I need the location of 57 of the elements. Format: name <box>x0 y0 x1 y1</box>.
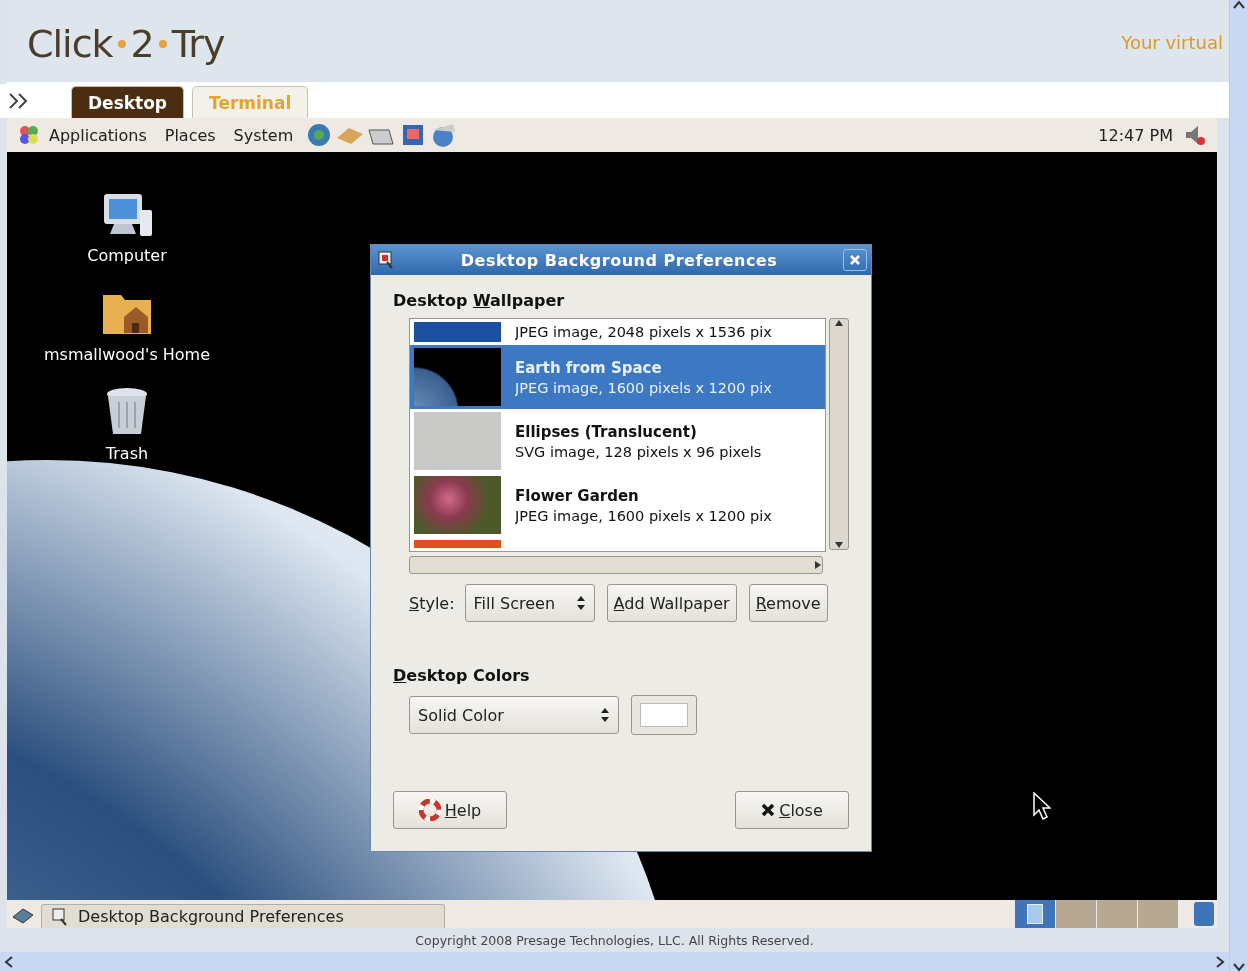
clock[interactable]: 12:47 PM <box>1098 125 1173 145</box>
color-mode-dropdown[interactable]: Solid Color <box>409 696 619 734</box>
scroll-left-icon[interactable] <box>4 956 14 968</box>
workspace-switcher-cell[interactable] <box>1138 900 1178 928</box>
updown-icon <box>575 595 586 611</box>
menu-logo-icon[interactable] <box>17 123 41 147</box>
tagline: Your virtual <box>1121 31 1223 53</box>
wallpaper-details: JPEG image, 1600 pixels x 1200 pix <box>515 507 773 524</box>
help-button[interactable]: Help <box>393 791 507 829</box>
page-horizontal-scrollbar[interactable] <box>0 952 1229 972</box>
scroll-down-icon[interactable] <box>834 541 845 549</box>
close-dialog-button[interactable]: Close <box>735 791 849 829</box>
copyright-text: Copyright 2008 Presage Technologies, LLC. All Rights Reserved. <box>414 931 815 950</box>
scroll-down-icon[interactable] <box>1233 962 1245 972</box>
color-picker-button[interactable] <box>631 695 697 735</box>
vertical-scrollbar[interactable] <box>829 318 849 550</box>
scroll-right-icon[interactable] <box>814 560 822 570</box>
desktop-icon-label[interactable]: msmallwood's Home <box>43 345 211 364</box>
wallpaper-details: JPEG image, 1600 pixels x 1200 pix <box>515 379 773 396</box>
page-vertical-scrollbar[interactable] <box>1229 0 1248 972</box>
wallpaper-details: JPEG image, 2048 pixels x 1536 pix <box>515 324 773 340</box>
wallpaper-name: Ellipses (Translucent) <box>515 422 698 441</box>
updown-icon <box>600 707 610 723</box>
site-logo: Click 2 Try <box>27 22 225 66</box>
taskbar-window-button[interactable]: Desktop Background Preferences <box>41 904 445 928</box>
wallpaper-name: Flower Garden <box>515 486 640 505</box>
style-label: Style: <box>409 593 455 613</box>
workspace-switcher-cell[interactable] <box>1015 900 1055 928</box>
panel-menu[interactable]: Applications <box>49 125 147 145</box>
window-icon <box>52 907 68 926</box>
scroll-up-icon[interactable] <box>834 319 845 327</box>
horizontal-scrollbar[interactable] <box>409 556 823 574</box>
close-button[interactable] <box>843 249 867 271</box>
tab[interactable]: Desktop <box>71 86 185 118</box>
window-icon <box>377 250 395 270</box>
section-heading: Desktop Wallpaper <box>393 291 566 310</box>
wallpaper-name: Earth from Space <box>515 358 663 377</box>
volume-icon[interactable] <box>1183 123 1207 147</box>
close-icon <box>761 803 776 817</box>
wallpaper-item[interactable]: Earth from Space JPEG image, 1600 pixels x 1200 pix <box>410 345 826 409</box>
lifebuoy-icon <box>418 799 441 821</box>
desktop-icon-label[interactable]: Trash <box>105 444 149 463</box>
wallpaper-details: SVG image, 128 pixels x 96 pixels <box>515 443 763 460</box>
desktop-icon-label[interactable]: Computer <box>87 246 167 265</box>
mouse-pointer-icon <box>1033 792 1051 822</box>
workspace-switcher-cell[interactable] <box>1056 900 1096 928</box>
scroll-right-icon[interactable] <box>1215 956 1225 968</box>
panel-menu[interactable]: System <box>233 125 294 145</box>
dialog-button[interactable]: Add Wallpaper <box>606 584 737 622</box>
dialog-title: Desktop Background Preferences <box>459 250 779 270</box>
close-icon <box>849 254 861 266</box>
workspace-switcher-cell[interactable] <box>1097 900 1137 928</box>
section-heading: Desktop Colors <box>393 666 531 685</box>
dialog-button[interactable]: Remove <box>748 584 828 622</box>
panel-menu[interactable]: Places <box>164 125 216 145</box>
style-dropdown[interactable]: Fill Screen <box>464 584 595 622</box>
scroll-up-icon[interactable] <box>1233 0 1245 10</box>
